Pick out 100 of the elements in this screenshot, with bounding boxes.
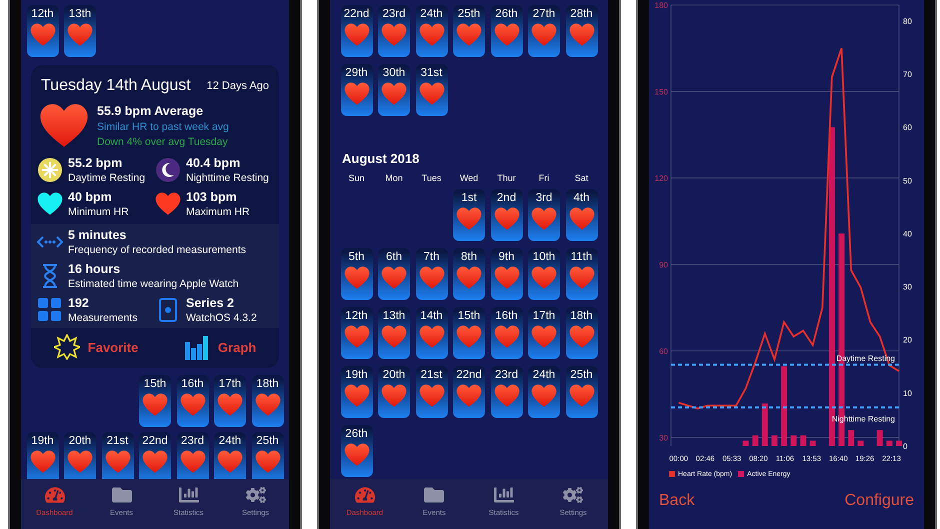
day-label: 23rd bbox=[494, 369, 518, 381]
day-tile[interactable]: 1st bbox=[453, 189, 485, 241]
back-button[interactable]: Back bbox=[657, 490, 697, 512]
day-tile[interactable]: 13th bbox=[378, 307, 410, 359]
day-tile[interactable]: 23rd bbox=[176, 432, 208, 479]
y2-tick-label: 10 bbox=[903, 388, 912, 398]
day-tile[interactable]: 18th bbox=[566, 307, 598, 359]
stat-label: Frequency of recorded measurements bbox=[68, 244, 246, 256]
day-label: 12th bbox=[345, 310, 368, 322]
day-tile[interactable]: 17th bbox=[214, 375, 246, 427]
heart-icon bbox=[531, 325, 557, 348]
day-tile[interactable]: 22nd bbox=[453, 366, 485, 418]
day-label: 21st bbox=[106, 435, 128, 447]
day-tile[interactable]: 16th bbox=[490, 307, 522, 359]
day-tile[interactable]: 29th bbox=[340, 64, 372, 116]
day-label: 25th bbox=[458, 8, 480, 20]
y2-tick-label: 40 bbox=[903, 229, 912, 238]
favorite-button[interactable]: Favorite bbox=[48, 332, 144, 362]
day-tile[interactable]: 15th bbox=[139, 375, 171, 427]
heart-icon bbox=[37, 192, 63, 216]
day-tile[interactable]: 25th bbox=[566, 366, 598, 418]
day-tile[interactable]: 21st bbox=[416, 366, 448, 418]
bar-chart-icon bbox=[184, 334, 210, 360]
grid-icon bbox=[37, 297, 63, 323]
day-tile[interactable]: 19th bbox=[340, 366, 372, 418]
day-tile[interactable]: 26th bbox=[340, 425, 372, 477]
day-tile[interactable]: 14th bbox=[416, 307, 448, 359]
day-tile[interactable]: 17th bbox=[528, 307, 560, 359]
graph-button[interactable]: Graph bbox=[178, 332, 262, 362]
day-tile[interactable]: 22nd bbox=[139, 432, 171, 479]
heart-icon bbox=[418, 82, 444, 106]
day-tile[interactable]: 18th bbox=[252, 375, 284, 427]
stat-value: 40 bpm bbox=[68, 190, 113, 204]
heart-icon bbox=[142, 450, 168, 474]
day-tile[interactable]: 25th bbox=[453, 5, 485, 57]
weekday-label: Sun bbox=[347, 173, 366, 183]
day-label: 24th bbox=[532, 369, 556, 381]
stat-label: Estimated time wearing Apple Watch bbox=[68, 278, 239, 290]
day-tile[interactable]: 25th bbox=[252, 432, 284, 479]
day-tile[interactable]: 16th bbox=[176, 375, 208, 427]
day-label: 13th bbox=[382, 310, 406, 322]
energy-bar bbox=[886, 440, 892, 446]
heart-icon bbox=[180, 393, 206, 416]
day-tile[interactable]: 20th bbox=[64, 432, 96, 479]
day-label: 30th bbox=[382, 67, 406, 79]
day-label: 22nd bbox=[456, 369, 482, 381]
heart-icon bbox=[568, 23, 594, 46]
stat-value: Series 2 bbox=[186, 296, 235, 310]
heart-icon bbox=[418, 384, 444, 408]
y2-tick-label: 20 bbox=[903, 336, 912, 345]
day-tile[interactable]: 12th bbox=[340, 307, 372, 359]
day-tile[interactable]: 24th bbox=[214, 432, 246, 479]
day-label: 2nd bbox=[496, 192, 516, 204]
moon-icon bbox=[155, 157, 181, 183]
day-tile[interactable]: 24th bbox=[528, 366, 560, 418]
day-tile[interactable]: 12th bbox=[26, 5, 58, 57]
heart-icon bbox=[456, 207, 482, 230]
day-tile[interactable]: 20th bbox=[378, 366, 410, 418]
energy-bar bbox=[876, 430, 883, 446]
day-tile[interactable]: 5th bbox=[340, 248, 372, 300]
day-tile[interactable]: 24th bbox=[416, 5, 448, 57]
day-tile[interactable]: 19th bbox=[26, 432, 58, 479]
day-tile[interactable]: 8th bbox=[453, 248, 485, 300]
day-tile[interactable]: 21st bbox=[102, 432, 134, 479]
energy-bar bbox=[848, 430, 854, 446]
day-tile[interactable]: 28th bbox=[566, 5, 598, 57]
day-tile[interactable]: 3rd bbox=[528, 189, 560, 241]
day-tile[interactable]: 2nd bbox=[490, 189, 522, 241]
day-label: 20th bbox=[382, 369, 406, 381]
stat-label: Minimum HR bbox=[68, 206, 129, 218]
day-tile[interactable]: 31st bbox=[416, 64, 448, 116]
energy-bar bbox=[742, 440, 749, 446]
heart-icon bbox=[217, 393, 243, 416]
day-label: 5th bbox=[348, 251, 364, 263]
day-label: 18th bbox=[256, 378, 279, 390]
day-tile[interactable]: 15th bbox=[453, 307, 485, 359]
day-tile[interactable]: 4th bbox=[566, 189, 598, 241]
day-tile[interactable]: 27th bbox=[528, 5, 560, 57]
day-label: 6th bbox=[386, 251, 402, 263]
day-tile[interactable]: 6th bbox=[378, 248, 410, 300]
day-label: 25th bbox=[256, 435, 279, 447]
day-tile[interactable]: 26th bbox=[490, 5, 522, 57]
day-tile[interactable]: 30th bbox=[378, 64, 410, 116]
day-tile[interactable]: 7th bbox=[416, 248, 448, 300]
stat-label: WatchOS 4.3.2 bbox=[186, 312, 257, 324]
heart-icon bbox=[418, 325, 444, 348]
heart-icon bbox=[381, 23, 407, 46]
y2-tick-label: 0 bbox=[903, 442, 908, 451]
day-tile[interactable]: 9th bbox=[490, 248, 522, 300]
day-tile[interactable]: 23rd bbox=[490, 366, 522, 418]
day-tile[interactable]: 23rd bbox=[378, 5, 410, 57]
heart-icon bbox=[494, 23, 520, 46]
heart-icon bbox=[494, 266, 520, 290]
heart-icon bbox=[381, 325, 407, 348]
day-tile[interactable]: 13th bbox=[64, 5, 96, 57]
day-tile[interactable]: 11th bbox=[566, 248, 598, 300]
configure-button[interactable]: Configure bbox=[842, 490, 916, 512]
day-label: 24th bbox=[420, 8, 443, 20]
day-tile[interactable]: 22nd bbox=[340, 5, 372, 57]
day-tile[interactable]: 10th bbox=[528, 248, 560, 300]
